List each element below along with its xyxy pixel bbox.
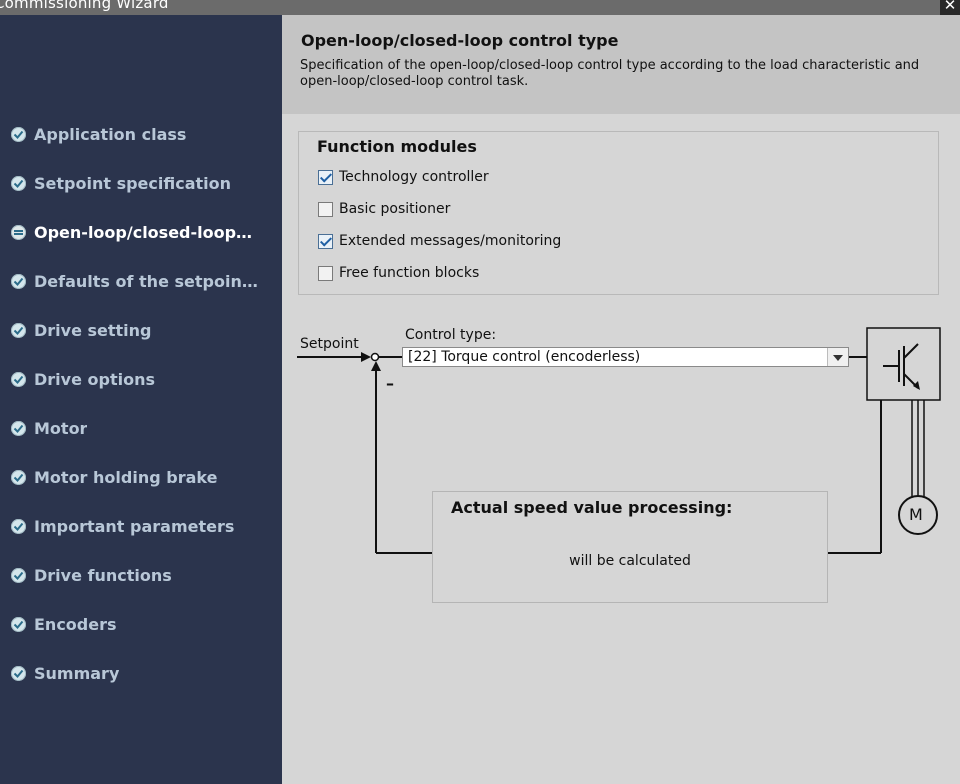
- setpoint-label: Setpoint: [300, 336, 359, 352]
- setpoint-arrowhead: [361, 352, 371, 362]
- control-type-label: Control type:: [405, 327, 497, 343]
- chevron-down-icon[interactable]: [827, 348, 848, 366]
- summing-junction: [370, 352, 380, 362]
- speed-box-value: will be calculated: [569, 553, 691, 569]
- minus-sign: –: [386, 374, 394, 393]
- feedback-arrowhead: [371, 361, 381, 371]
- motor-label: M: [909, 505, 923, 524]
- speed-value-processing-box: Actual speed value processing: will be c…: [432, 491, 828, 603]
- control-type-value: [22] Torque control (encoderless): [408, 349, 641, 365]
- speed-box-title: Actual speed value processing:: [451, 498, 733, 517]
- control-diagram: [297, 327, 941, 554]
- control-type-select[interactable]: [22] Torque control (encoderless): [402, 347, 849, 367]
